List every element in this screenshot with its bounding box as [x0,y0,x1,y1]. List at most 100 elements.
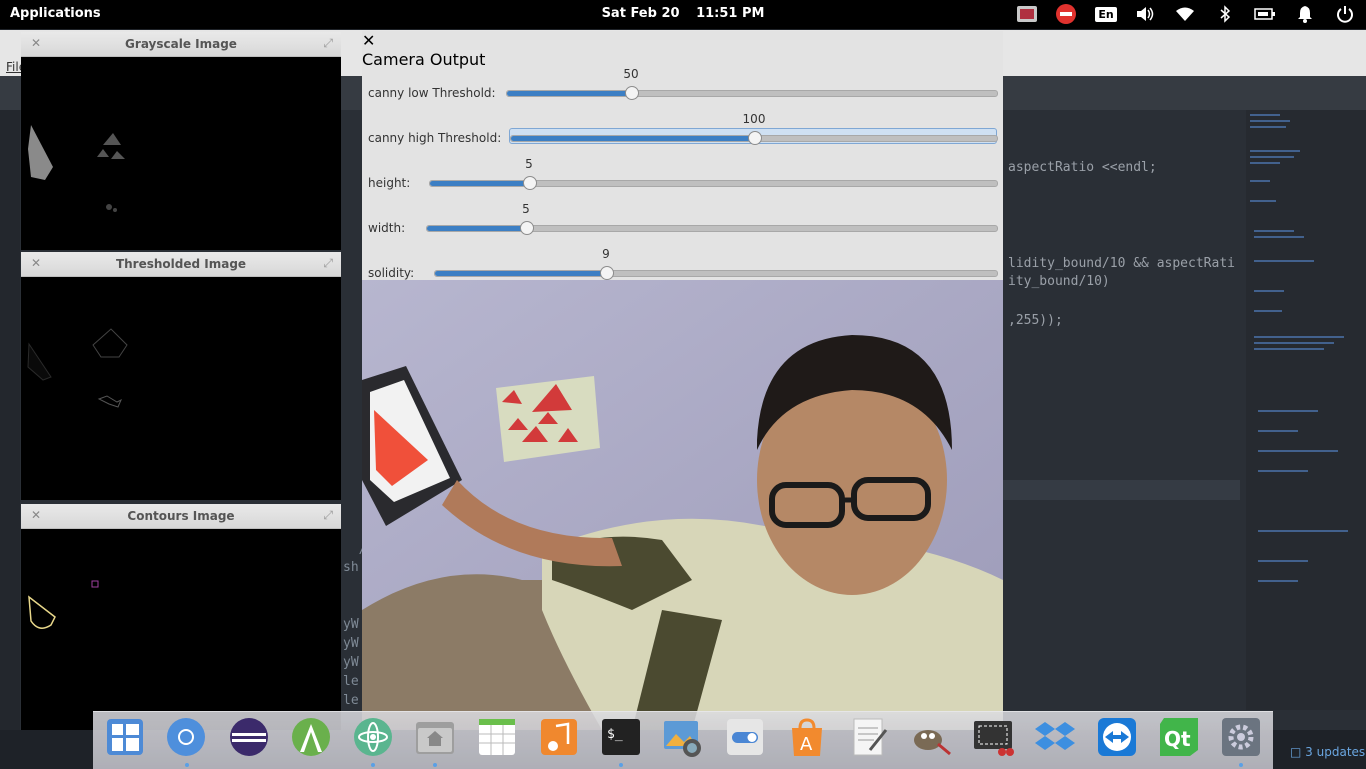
code-line: aspectRatio <<endl; [1008,160,1157,175]
appcenter-icon[interactable]: A [786,716,828,758]
do-not-disturb-icon[interactable] [1055,4,1077,24]
files-icon[interactable] [414,716,456,758]
slider-label: canny high Threshold: [368,131,502,145]
slider-label: height: [368,176,411,190]
window-title: Contours Image [127,509,235,523]
slider-fill [427,226,527,231]
camera-scene [362,280,1003,730]
atom-icon[interactable] [352,716,394,758]
time-label: 11:51 PM [696,6,765,21]
window-title: Thresholded Image [115,257,247,271]
width-slider-row: width: 5 [362,196,1003,241]
current-line-highlight [1003,480,1240,500]
canny-high-threshold-slider-row: canny high Threshold: 100 [362,106,1003,151]
slider-handle[interactable] [520,221,534,235]
slider-handle[interactable] [748,131,762,145]
code-line: yW [343,636,359,651]
svg-text:$_: $_ [607,727,623,742]
running-indicator [371,763,375,767]
top-panel: Applications Sat Feb 20 11:51 PM En [0,0,1366,29]
keyboard-layout-indicator[interactable]: En [1095,4,1117,24]
slider-handle[interactable] [523,176,537,190]
editor-gutter [0,110,20,730]
terminal-icon[interactable]: $_ [600,716,642,758]
editor-minimap[interactable] [1246,110,1366,710]
contours-image [28,580,99,629]
gimp-icon[interactable] [910,716,952,758]
maximize-icon[interactable]: ⤢ [323,508,333,523]
battery-icon[interactable] [1254,4,1276,24]
qt-creator-icon[interactable]: Qt [1158,716,1200,758]
slider-fill [435,271,607,276]
running-indicator [619,763,623,767]
date-label: Sat Feb 20 [601,6,680,21]
canny-low-threshold-slider-row: canny low Threshold: 50 [362,61,1003,106]
width-slider[interactable] [426,221,998,235]
android-studio-icon[interactable] [290,716,332,758]
svg-text:A: A [800,734,813,755]
slider-fill [430,181,530,186]
notifications-icon[interactable] [1294,4,1316,24]
running-indicator [185,763,189,767]
code-line: ity_bound/10) [1008,274,1110,289]
teamviewer-icon[interactable] [1096,716,1138,758]
slider-value: 5 [522,202,530,216]
grayscale-image-window[interactable]: ✕ Grayscale Image ⤢ [21,32,341,250]
system-settings-icon[interactable] [1220,716,1262,758]
record-indicator-icon[interactable] [1016,4,1038,24]
music-icon[interactable] [538,716,580,758]
maximize-icon[interactable]: ⤢ [323,36,333,51]
code-line: le [343,674,359,689]
height-slider[interactable] [429,176,998,190]
running-indicator [433,763,437,767]
camera-output-window[interactable]: ✕ Camera Output canny low Threshold: 50 … [362,31,1003,730]
window-title: Grayscale Image [125,37,237,51]
contours-image-window[interactable]: ✕ Contours Image ⤢ [21,504,341,730]
multitasking-view-icon[interactable] [104,716,146,758]
switchboard-toggle-icon[interactable] [724,716,766,758]
calendar-icon[interactable] [476,716,518,758]
code-line: lidity_bound/10 && aspectRati [1008,256,1235,271]
camera-feed-image [362,280,1003,730]
slider-label: solidity: [368,266,415,280]
height-slider-row: height: 5 [362,151,1003,196]
close-icon[interactable]: ✕ [362,31,375,50]
thresholded-image [27,328,128,408]
slider-label: canny low Threshold: [368,86,496,100]
window-titlebar[interactable]: ✕ Thresholded Image ⤢ [21,252,341,277]
keyboard-layout-label: En [1095,6,1117,22]
slider-value: 5 [525,157,533,171]
canny-low-threshold-slider[interactable] [506,86,998,100]
slider-value: 100 [742,112,766,126]
code-line: yW [343,655,359,670]
canny-high-threshold-slider[interactable] [510,131,998,145]
thresholded-image-window[interactable]: ✕ Thresholded Image ⤢ [21,252,341,500]
updates-icon: □ [1290,745,1302,759]
text-editor-icon[interactable] [848,716,890,758]
wifi-icon[interactable] [1174,4,1196,24]
code-line: le [343,693,359,708]
maximize-icon[interactable]: ⤢ [323,256,333,271]
eclipse-icon[interactable] [228,716,270,758]
updates-indicator[interactable]: □ 3 updates [1290,745,1365,759]
code-line: ,255)); [1008,313,1063,328]
minimap-graphic [1250,114,1348,582]
screenshot-icon[interactable] [972,716,1014,758]
volume-icon[interactable] [1134,4,1156,24]
chromium-icon[interactable] [165,716,207,758]
slider-value: 50 [623,67,639,81]
svg-text:Qt: Qt [1164,727,1191,751]
power-icon[interactable] [1334,4,1356,24]
updates-label: 3 updates [1305,745,1366,759]
bluetooth-icon[interactable] [1214,4,1236,24]
window-titlebar[interactable]: ✕ Contours Image ⤢ [21,504,341,529]
solidity-slider[interactable] [434,266,998,280]
date-time-indicator[interactable]: Sat Feb 20 11:51 PM [0,6,1366,21]
dropbox-icon[interactable] [1034,716,1076,758]
photos-icon[interactable] [662,716,704,758]
slider-fill [507,91,632,96]
slider-handle[interactable] [600,266,614,280]
slider-handle[interactable] [625,86,639,100]
slider-label: width: [368,221,406,235]
window-titlebar[interactable]: ✕ Grayscale Image ⤢ [21,32,341,57]
